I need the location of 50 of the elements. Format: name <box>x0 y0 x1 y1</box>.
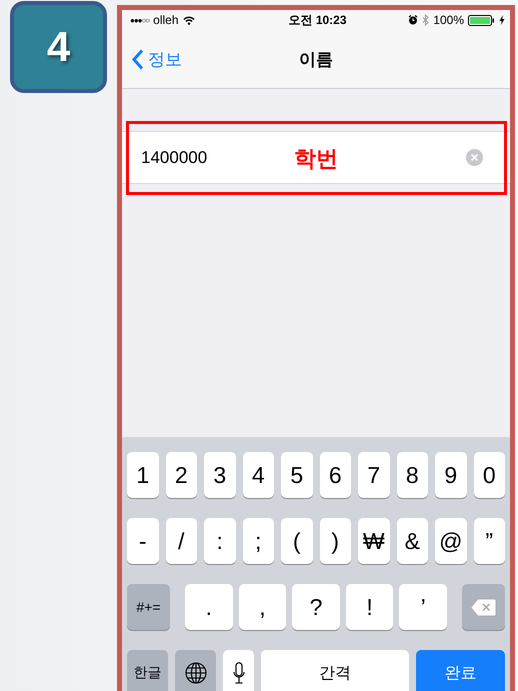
key[interactable]: ! <box>346 584 394 630</box>
key[interactable]: - <box>127 518 158 564</box>
key[interactable]: ? <box>292 584 340 630</box>
globe-key[interactable] <box>175 650 216 691</box>
key[interactable]: ’ <box>399 584 447 630</box>
key[interactable]: 3 <box>204 452 236 498</box>
clear-icon <box>466 149 483 166</box>
alarm-clock-icon <box>408 15 418 25</box>
key[interactable]: 5 <box>281 452 312 498</box>
battery-icon <box>468 14 495 26</box>
key[interactable]: . <box>185 584 233 630</box>
mode-key[interactable]: 한글 <box>127 650 168 691</box>
microphone-icon <box>232 662 244 684</box>
key[interactable]: , <box>238 584 286 630</box>
done-key[interactable]: 완료 <box>416 650 505 691</box>
annotation-label: 학번 <box>293 145 339 173</box>
key[interactable]: & <box>396 518 428 564</box>
key[interactable]: ( <box>281 518 312 564</box>
key[interactable]: 8 <box>396 452 428 498</box>
key[interactable]: 7 <box>358 452 390 498</box>
key[interactable]: ₩ <box>358 518 390 564</box>
key[interactable]: 9 <box>435 452 466 498</box>
screen-title: 이름 <box>298 48 334 70</box>
globe-icon <box>184 662 206 684</box>
back-button[interactable]: 정보 <box>132 48 182 70</box>
key[interactable]: ; <box>242 518 274 564</box>
key[interactable]: ) <box>320 518 351 564</box>
key[interactable]: : <box>204 518 236 564</box>
carrier-name: olleh <box>153 13 179 27</box>
key[interactable]: / <box>166 518 197 564</box>
chevron-left-icon <box>132 48 144 70</box>
key[interactable]: 2 <box>166 452 197 498</box>
wifi-icon <box>182 16 195 24</box>
lightning-bolt-icon <box>499 15 505 25</box>
backspace-icon <box>470 598 496 616</box>
back-label[interactable]: 정보 <box>148 48 182 70</box>
mode-key[interactable]: #+= <box>127 584 170 630</box>
step-badge: 4 <box>10 1 107 93</box>
key[interactable]: 4 <box>242 452 274 498</box>
microphone-key[interactable] <box>223 650 254 691</box>
status-time: 오전 10:23 <box>288 12 347 28</box>
space-key[interactable]: 간격 <box>261 650 409 691</box>
key[interactable]: ” <box>474 518 505 564</box>
key[interactable]: @ <box>435 518 466 564</box>
battery-percent: 100% <box>433 13 464 27</box>
bluetooth-icon <box>422 14 430 26</box>
signal-dots: ●●●○○ <box>130 16 150 24</box>
key[interactable]: 1 <box>127 452 158 498</box>
key[interactable]: 0 <box>474 452 505 498</box>
key[interactable]: 6 <box>320 452 351 498</box>
